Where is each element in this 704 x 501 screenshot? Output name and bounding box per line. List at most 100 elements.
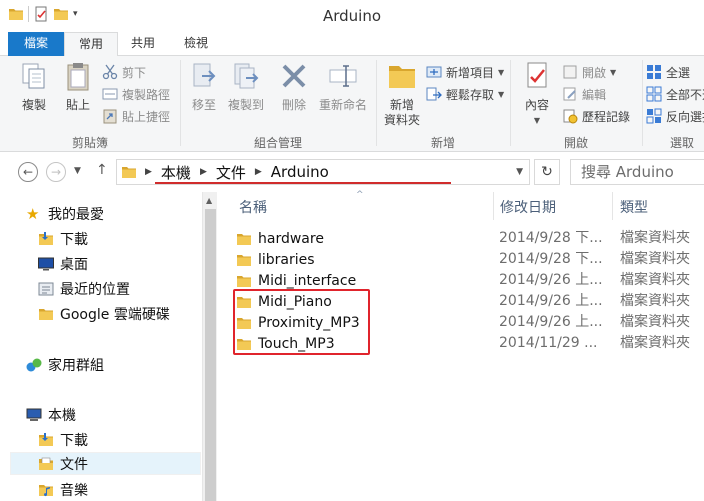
nav-recent-places[interactable]: 最近的位置 xyxy=(38,277,130,300)
cut-button[interactable]: 剪下 xyxy=(102,62,146,82)
paste-shortcut-button[interactable]: 貼上捷徑 xyxy=(102,106,170,126)
nav-recent-places-label: 最近的位置 xyxy=(60,281,130,298)
breadcrumb-arduino[interactable]: Arduino xyxy=(271,163,329,181)
scrollbar-thumb[interactable] xyxy=(205,209,216,501)
organize-group-label: 組合管理 xyxy=(253,136,302,150)
tab-home[interactable]: 常用 xyxy=(64,32,118,57)
sort-ascending-icon: ^ xyxy=(356,190,364,200)
forward-button[interactable]: → xyxy=(46,162,66,182)
scissors-icon xyxy=(102,64,118,80)
select-none-icon xyxy=(646,86,662,102)
nav-favorites[interactable]: ★ 我的最愛 xyxy=(26,202,104,225)
nav-pc-downloads[interactable]: 下載 xyxy=(38,428,88,451)
rename-button[interactable]: 重新命名 xyxy=(314,60,372,113)
edit-button[interactable]: 編輯 xyxy=(562,84,606,104)
history-icon xyxy=(563,109,578,124)
chevron-right-icon[interactable]: ▶ xyxy=(145,167,152,177)
address-dropdown[interactable]: ▼ xyxy=(516,167,523,177)
column-divider[interactable] xyxy=(493,192,494,220)
downloads-folder-icon xyxy=(38,231,54,247)
breadcrumb: ▶ 本機 ▶ 文件 ▶ Arduino xyxy=(117,160,329,184)
nav-downloads[interactable]: 下載 xyxy=(38,227,88,250)
select-all-button[interactable]: 全選 xyxy=(646,62,690,82)
chevron-right-icon[interactable]: ▶ xyxy=(255,167,262,177)
select-group-label: 選取 xyxy=(669,136,694,150)
nav-homegroup[interactable]: 家用群組 xyxy=(26,353,104,376)
paste-button[interactable]: 貼上 xyxy=(58,60,98,113)
open-button[interactable]: 開啟 ▼ xyxy=(562,62,616,82)
delete-label: 刪除 xyxy=(281,98,306,112)
search-input[interactable]: 搜尋 Arduino xyxy=(570,159,704,185)
nav-google-drive[interactable]: Google 雲端硬碟 xyxy=(38,302,170,325)
file-date: 2014/11/29 ... xyxy=(499,335,598,351)
history-button[interactable]: 歷程記錄 xyxy=(562,106,630,126)
chevron-down-icon: ▼ xyxy=(533,116,541,125)
edit-icon xyxy=(563,87,576,101)
documents-folder-icon xyxy=(38,456,54,472)
back-button[interactable]: ← xyxy=(18,162,38,182)
column-header-date[interactable]: 修改日期 xyxy=(500,196,556,220)
nav-documents-label: 文件 xyxy=(60,456,88,473)
star-icon: ★ xyxy=(26,204,40,223)
title-bar: ▾ Arduino xyxy=(0,0,704,32)
recent-locations-button[interactable]: ▼ xyxy=(74,166,81,176)
breadcrumb-this-pc[interactable]: 本機 xyxy=(161,162,191,183)
file-type: 檔案資料夾 xyxy=(620,272,690,288)
file-name: libraries xyxy=(258,251,315,268)
new-folder-label-line2: 資料夾 xyxy=(383,113,420,127)
file-name: hardware xyxy=(258,230,324,247)
properties-icon xyxy=(527,62,547,88)
invert-selection-icon xyxy=(646,108,662,124)
move-to-button[interactable]: 移至 xyxy=(184,60,224,113)
nav-music-label: 音樂 xyxy=(60,482,88,499)
file-type: 檔案資料夾 xyxy=(620,251,690,267)
copy-to-button[interactable]: 複製到 xyxy=(224,60,268,113)
column-divider[interactable] xyxy=(612,192,613,220)
copy-path-button[interactable]: 複製路徑 xyxy=(102,84,170,104)
table-row[interactable]: hardware 2014/9/28 下... 檔案資料夾 xyxy=(236,228,704,249)
scroll-up-icon[interactable]: ▲ xyxy=(206,196,212,205)
window-title: Arduino xyxy=(322,7,382,25)
table-row[interactable]: Midi_interface 2014/9/26 上... 檔案資料夾 xyxy=(236,270,704,291)
delete-button[interactable]: 刪除 xyxy=(276,60,312,113)
column-header-name[interactable]: 名稱 xyxy=(239,196,267,220)
navigation-scrollbar[interactable]: ▲ xyxy=(202,192,217,501)
nav-this-pc[interactable]: 本機 xyxy=(26,403,76,426)
nav-music[interactable]: 音樂 xyxy=(38,478,88,501)
table-row[interactable]: libraries 2014/9/28 下... 檔案資料夾 xyxy=(236,249,704,270)
new-item-button[interactable]: 新增項目 ▼ xyxy=(426,62,504,82)
cut-label: 剪下 xyxy=(122,65,147,80)
invert-selection-button[interactable]: 反向選擇 xyxy=(646,106,704,126)
paste-shortcut-label: 貼上捷徑 xyxy=(122,109,171,124)
clipboard-group-label: 剪貼簿 xyxy=(71,136,108,150)
folder-icon xyxy=(236,273,252,289)
select-none-button[interactable]: 全部不選 xyxy=(646,84,704,104)
new-folder-label-line1: 新增 xyxy=(389,98,414,112)
file-type: 檔案資料夾 xyxy=(620,293,690,309)
new-folder-button[interactable]: 新增 資料夾 xyxy=(380,60,424,128)
history-label: 歷程記錄 xyxy=(582,109,631,124)
folder-icon xyxy=(236,252,252,268)
folder-icon xyxy=(236,231,252,247)
rename-label: 重新命名 xyxy=(318,98,367,112)
copy-button[interactable]: 複製 xyxy=(14,60,54,113)
properties-button[interactable]: 內容 ▼ xyxy=(514,60,560,128)
copy-path-icon xyxy=(102,88,118,100)
chevron-right-icon[interactable]: ▶ xyxy=(200,167,207,177)
breadcrumb-documents[interactable]: 文件 xyxy=(216,162,246,183)
tab-file[interactable]: 檔案 xyxy=(8,32,64,56)
address-bar[interactable]: ▶ 本機 ▶ 文件 ▶ Arduino ▼ xyxy=(116,159,530,185)
file-date: 2014/9/26 上... xyxy=(499,272,603,288)
easy-access-button[interactable]: 輕鬆存取 ▼ xyxy=(426,84,504,104)
up-button[interactable]: ↑ xyxy=(96,162,108,178)
refresh-button[interactable]: ↻ xyxy=(534,159,560,185)
delete-x-icon xyxy=(282,64,306,88)
column-header-type[interactable]: 類型 xyxy=(620,196,648,220)
ribbon: 複製 貼上 剪下 複製路徑 貼上捷徑 剪貼簿 移至 複製到 刪除 重新命名 組合… xyxy=(0,56,704,152)
tab-share[interactable]: 共用 xyxy=(120,32,166,56)
nav-documents[interactable]: 文件 xyxy=(10,452,201,475)
file-date: 2014/9/26 上... xyxy=(499,314,603,330)
tab-view[interactable]: 檢視 xyxy=(172,32,220,56)
nav-desktop[interactable]: 桌面 xyxy=(38,252,88,275)
chevron-down-icon: ▼ xyxy=(498,89,505,99)
